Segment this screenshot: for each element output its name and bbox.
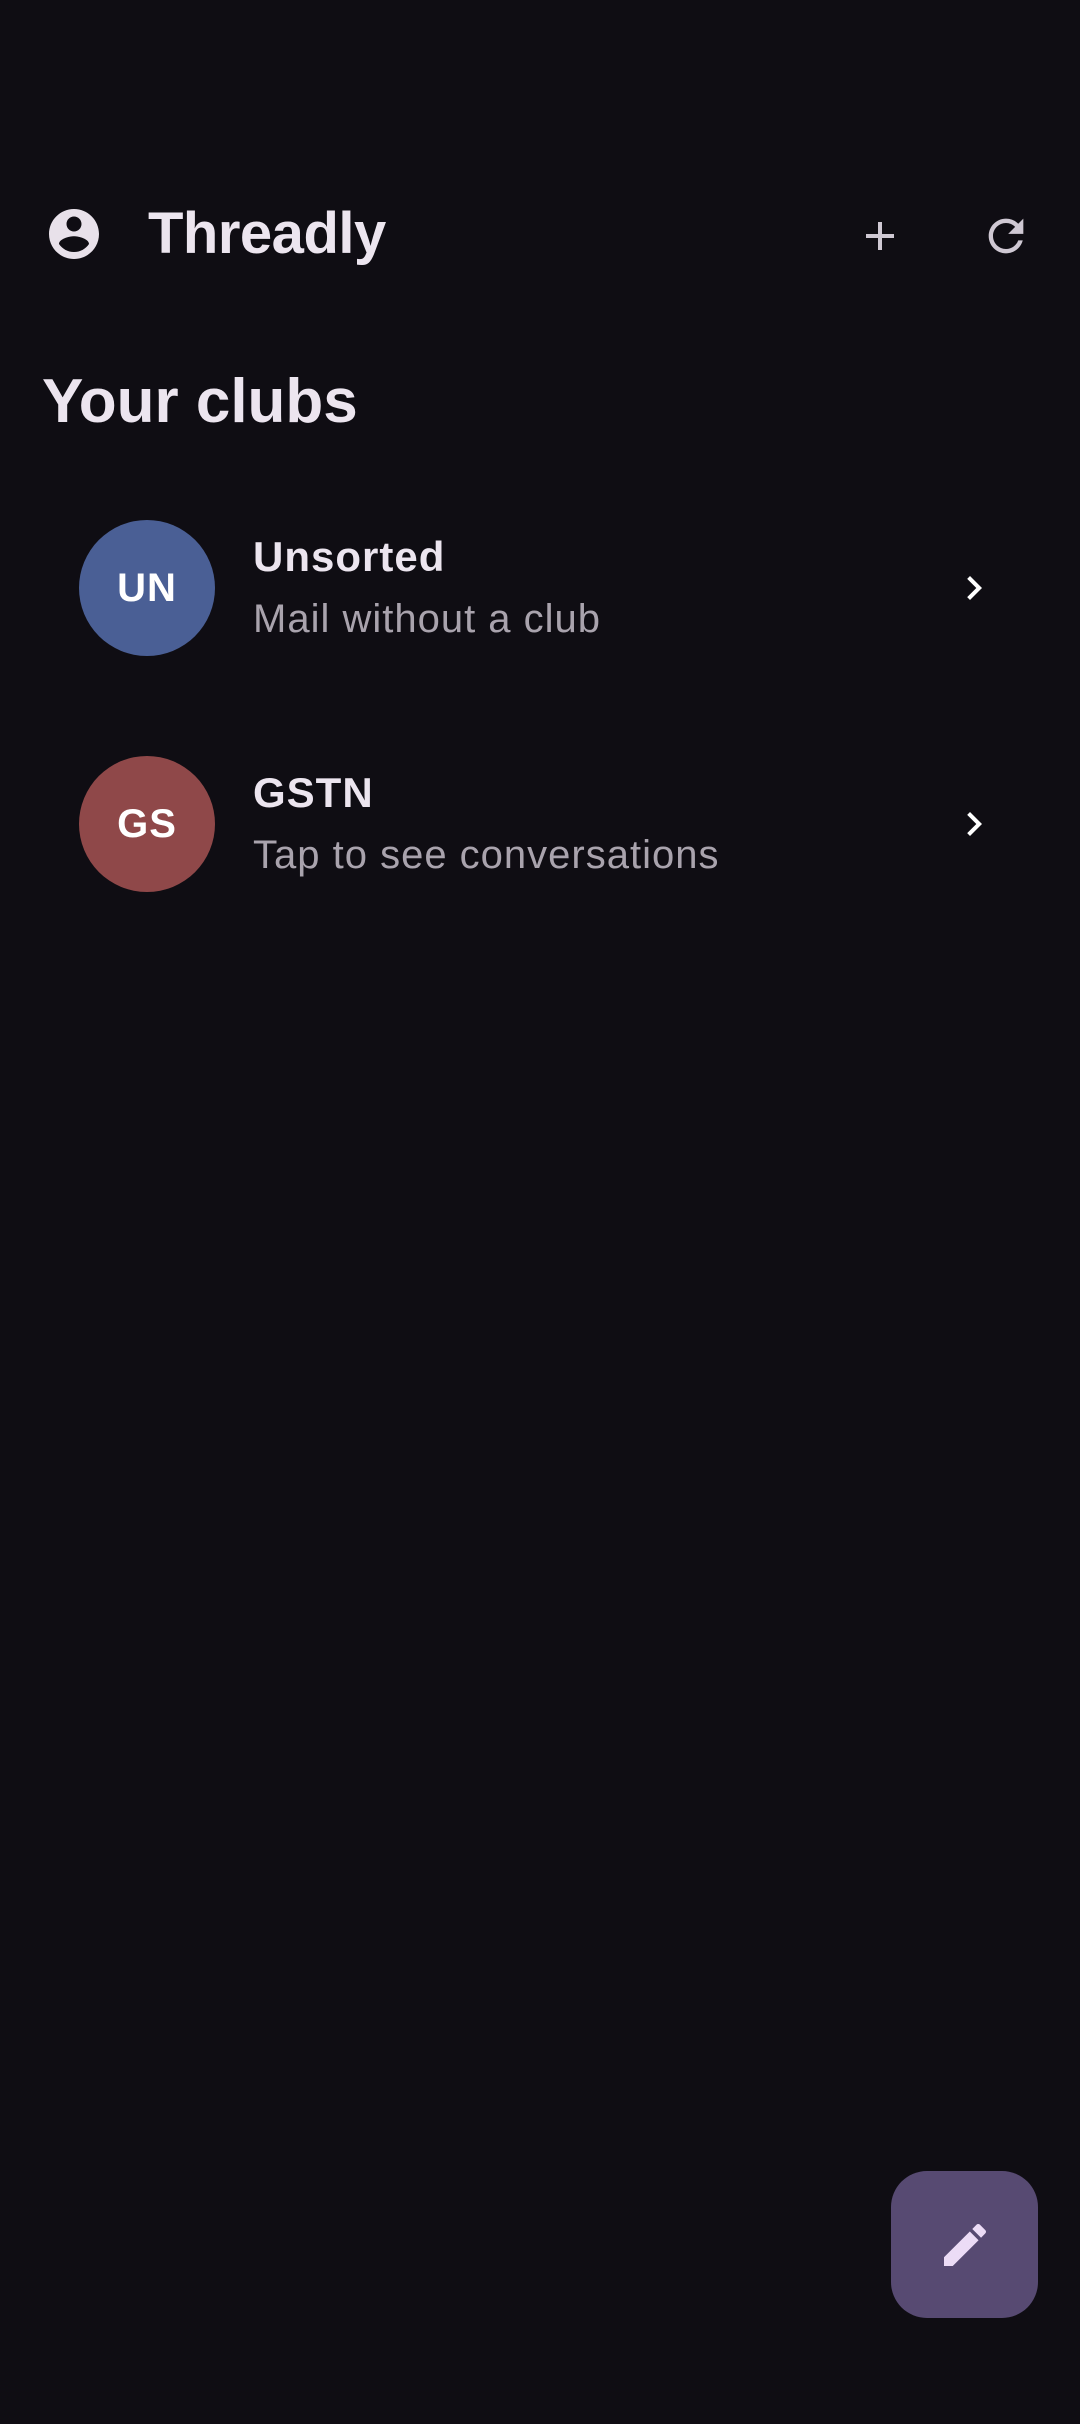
app-title: Threadly bbox=[148, 201, 386, 266]
top-app-bar: Threadly bbox=[0, 170, 1080, 302]
club-avatar: UN bbox=[79, 520, 215, 656]
refresh-icon bbox=[988, 218, 1024, 254]
account-button[interactable] bbox=[38, 198, 110, 270]
club-list: UN Unsorted Mail without a club GS GSTN … bbox=[0, 500, 1080, 972]
club-item-gstn[interactable]: GS GSTN Tap to see conversations bbox=[0, 736, 1080, 912]
refresh-button[interactable] bbox=[962, 192, 1050, 280]
pencil-icon bbox=[943, 2223, 986, 2266]
club-subtitle: Tap to see conversations bbox=[253, 833, 720, 877]
club-name: GSTN bbox=[253, 769, 374, 816]
club-list-screen: Threadly Your clubs UN Unsorted Mail wit… bbox=[0, 0, 1080, 2424]
account-circle-icon bbox=[49, 209, 99, 259]
add-club-button[interactable] bbox=[836, 192, 924, 280]
chevron-right-icon bbox=[967, 576, 982, 600]
club-name: Unsorted bbox=[253, 533, 446, 580]
section-title: Your clubs bbox=[42, 367, 358, 436]
chevron-right-icon bbox=[967, 812, 982, 836]
plus-icon bbox=[866, 222, 894, 250]
club-subtitle: Mail without a club bbox=[253, 597, 602, 641]
club-avatar-initials: GS bbox=[117, 801, 177, 846]
club-item-unsorted[interactable]: UN Unsorted Mail without a club bbox=[0, 500, 1080, 676]
compose-fab[interactable] bbox=[891, 2171, 1038, 2318]
club-avatar: GS bbox=[79, 756, 215, 892]
club-avatar-initials: UN bbox=[117, 565, 177, 610]
